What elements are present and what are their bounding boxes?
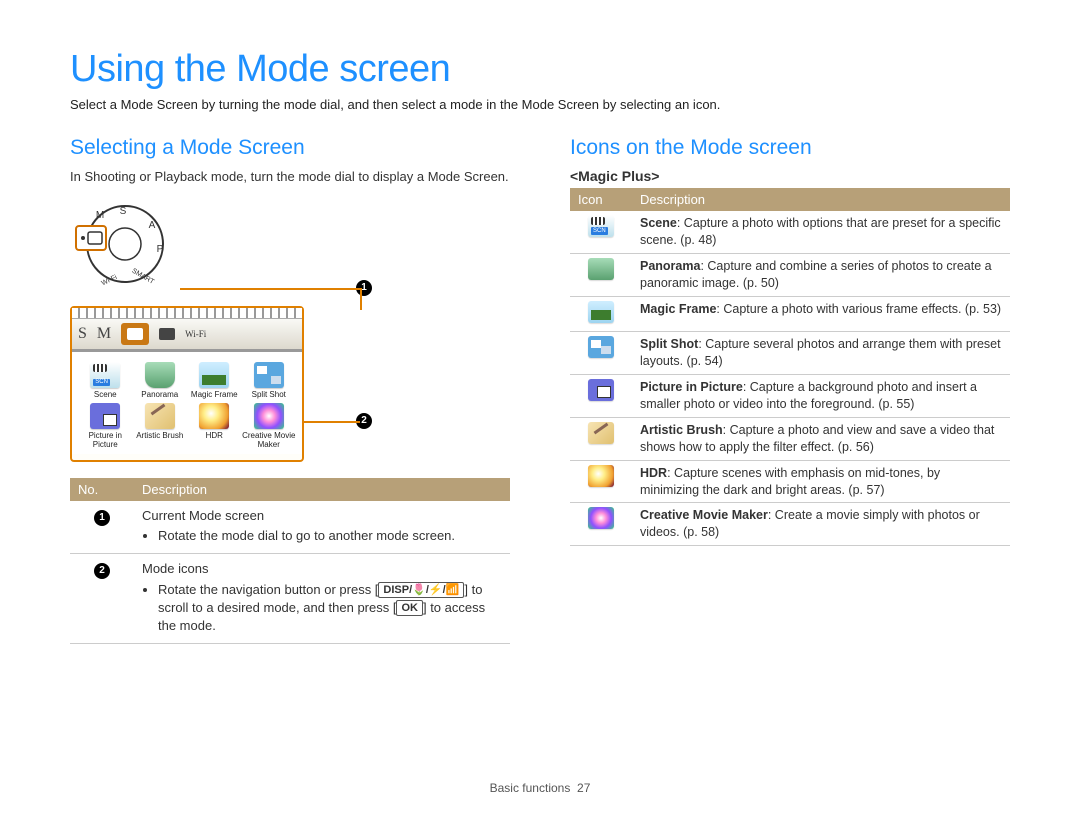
hdr-icon: [199, 403, 229, 429]
icons-table: Icon Description Scene: Capture a photo …: [570, 188, 1010, 546]
table-row: Artistic Brush: Capture a photo and view…: [570, 417, 1010, 460]
scene-icon: [90, 362, 120, 388]
grid-item-pano: Panorama: [133, 362, 188, 400]
table-row: Creative Movie Maker: Create a movie sim…: [570, 503, 1010, 546]
icon-description: Creative Movie Maker: Create a movie sim…: [632, 503, 1010, 546]
grid-label: Magic Frame: [191, 391, 238, 400]
icons-heading: Icons on the Mode screen: [570, 136, 1010, 160]
grid-item-hdr: HDR: [187, 403, 242, 450]
table-row: Split Shot: Capture several photos and a…: [570, 332, 1010, 375]
dial-s: S: [120, 206, 127, 217]
callout-table: No. Description 1 Current Mode screen Ro…: [70, 478, 510, 644]
movie-icon: [588, 507, 614, 529]
icon-description: HDR: Capture scenes with emphasis on mid…: [632, 460, 1010, 503]
table-row: Scene: Capture a photo with options that…: [570, 211, 1010, 253]
split-icon: [254, 362, 284, 388]
icon-description: Magic Frame: Capture a photo with variou…: [632, 296, 1010, 332]
callout-line: [302, 421, 360, 423]
table-row: Magic Frame: Capture a photo with variou…: [570, 296, 1010, 332]
grid-label: Picture in Picture: [78, 432, 133, 450]
tab-magic-active-icon: [121, 323, 149, 345]
th-desc: Description: [134, 478, 510, 501]
mode-screen-mock: S M Wi-Fi Scene Panorama Magic Frame Split …: [70, 306, 304, 462]
hdr-icon: [588, 465, 614, 487]
row2-badge: 2: [94, 563, 110, 579]
grid-label: HDR: [206, 432, 223, 441]
icon-description: Panorama: Capture and combine a series o…: [632, 253, 1010, 296]
brush-icon: [145, 403, 175, 429]
icon-description: Artistic Brush: Capture a photo and view…: [632, 417, 1010, 460]
mode-dial-illustration: S A P SMART Wi-Fi M: [70, 196, 190, 286]
dial-p: P: [157, 244, 164, 255]
grid-item-brush: Artistic Brush: [133, 403, 188, 450]
frame-icon: [588, 301, 614, 323]
row1-badge: 1: [94, 510, 110, 526]
frame-icon: [199, 362, 229, 388]
table-row: Picture in Picture: Capture a background…: [570, 375, 1010, 418]
row1-desc: Current Mode screen Rotate the mode dial…: [134, 501, 510, 554]
dial-a: A: [149, 220, 156, 231]
grid-item-split: Split Shot: [242, 362, 297, 400]
pip-icon: [588, 379, 614, 401]
page-footer: Basic functions 27: [0, 781, 1080, 795]
selecting-body: In Shooting or Playback mode, turn the m…: [70, 168, 510, 186]
icon-description: Picture in Picture: Capture a background…: [632, 375, 1010, 418]
dial-m: M: [96, 210, 104, 221]
tab-s: S: [78, 325, 87, 343]
callout-line: [180, 288, 362, 310]
grid-item-scene: Scene: [78, 362, 133, 400]
icon-description: Split Shot: Capture several photos and a…: [632, 332, 1010, 375]
movie-icon: [254, 403, 284, 429]
split-icon: [588, 336, 614, 358]
disp-button-label: DISP/🌷/⚡/📶: [378, 582, 464, 598]
magic-plus-subhead: <Magic Plus>: [570, 168, 1010, 184]
scene-icon: [588, 215, 614, 237]
grid-label: Panorama: [141, 391, 178, 400]
grid-label: Creative Movie Maker: [242, 432, 297, 450]
grid-label: Scene: [94, 391, 117, 400]
tab-video-icon: [159, 328, 175, 340]
grid-item-movie: Creative Movie Maker: [242, 403, 297, 450]
tab-m: M: [97, 325, 111, 343]
ok-button-label: OK: [396, 600, 423, 616]
pip-icon: [90, 403, 120, 429]
brush-icon: [588, 422, 614, 444]
tab-wifi: Wi-Fi: [185, 329, 206, 339]
intro-text: Select a Mode Screen by turning the mode…: [70, 97, 1010, 112]
table-row: Panorama: Capture and combine a series o…: [570, 253, 1010, 296]
table-row: HDR: Capture scenes with emphasis on mid…: [570, 460, 1010, 503]
th-description: Description: [632, 188, 1010, 211]
grid-label: Split Shot: [252, 391, 286, 400]
page-title: Using the Mode screen: [70, 48, 1010, 91]
th-no: No.: [70, 478, 134, 501]
icon-description: Scene: Capture a photo with options that…: [632, 211, 1010, 253]
pano-icon: [145, 362, 175, 388]
grid-item-frame: Magic Frame: [187, 362, 242, 400]
row2-desc: Mode icons Rotate the navigation button …: [134, 554, 510, 644]
grid-label: Artistic Brush: [136, 432, 183, 441]
selecting-heading: Selecting a Mode Screen: [70, 136, 510, 160]
th-icon: Icon: [570, 188, 632, 211]
grid-item-pip: Picture in Picture: [78, 403, 133, 450]
pano-icon: [588, 258, 614, 280]
